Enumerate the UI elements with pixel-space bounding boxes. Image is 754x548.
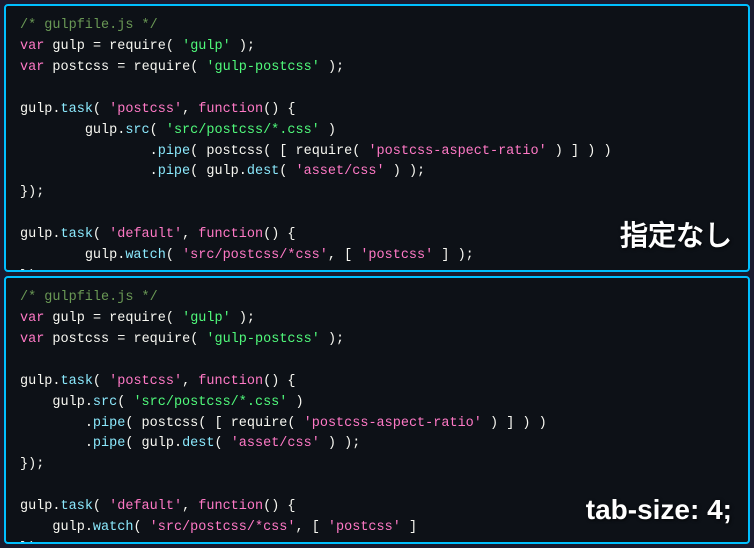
keyword-var: var	[20, 39, 44, 54]
code-panel-bottom: /* gulpfile.js */ var gulp = require( 'g…	[4, 276, 750, 544]
panel-bottom-label: tab-size: 4;	[586, 494, 732, 526]
panel-top-label: 指定なし	[620, 214, 732, 254]
comment: /* gulpfile.js */	[20, 290, 158, 305]
comment: /* gulpfile.js */	[20, 18, 158, 33]
code-panel-top: /* gulpfile.js */ var gulp = require( 'g…	[4, 4, 750, 272]
